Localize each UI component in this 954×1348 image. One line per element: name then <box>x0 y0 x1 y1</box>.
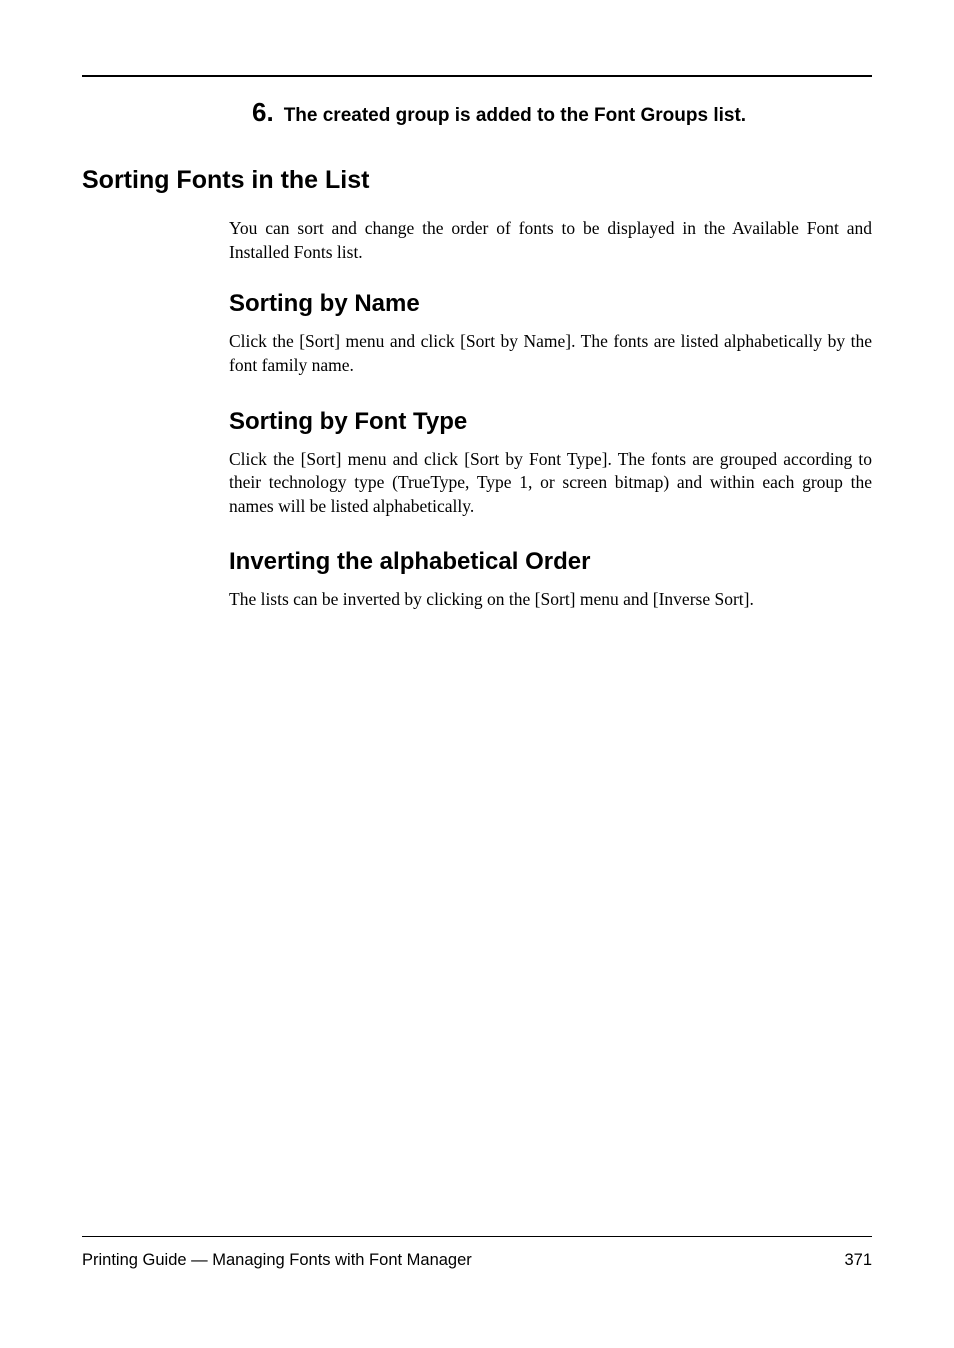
para-sort-by-name: Click the [Sort] menu and click [Sort by… <box>229 330 872 377</box>
section-sort-by-name: Sorting by Name Click the [Sort] menu an… <box>229 290 872 377</box>
section-inverting-order: Inverting the alphabetical Order The lis… <box>229 548 872 612</box>
heading-sort-by-font-type: Sorting by Font Type <box>229 408 872 436</box>
step-number: 6. <box>252 97 274 128</box>
footer-page-number: 371 <box>844 1251 872 1270</box>
page-footer: Printing Guide — Managing Fonts with Fon… <box>82 1236 872 1270</box>
top-rule <box>82 75 872 77</box>
heading-sorting-fonts: Sorting Fonts in the List <box>82 166 872 195</box>
page-content: 6. The created group is added to the Fon… <box>0 0 954 612</box>
para-inverting-order: The lists can be inverted by clicking on… <box>229 588 872 612</box>
body-indented: You can sort and change the order of fon… <box>229 217 872 612</box>
step-item: 6. The created group is added to the Fon… <box>252 97 872 128</box>
footer-title: Printing Guide — Managing Fonts with Fon… <box>82 1251 472 1270</box>
step-text: The created group is added to the Font G… <box>284 105 746 127</box>
heading-inverting-order: Inverting the alphabetical Order <box>229 548 872 576</box>
para-sort-by-font-type: Click the [Sort] menu and click [Sort by… <box>229 448 872 519</box>
heading-sort-by-name: Sorting by Name <box>229 290 872 318</box>
section-sort-by-font-type: Sorting by Font Type Click the [Sort] me… <box>229 408 872 519</box>
intro-paragraph: You can sort and change the order of fon… <box>229 217 872 264</box>
